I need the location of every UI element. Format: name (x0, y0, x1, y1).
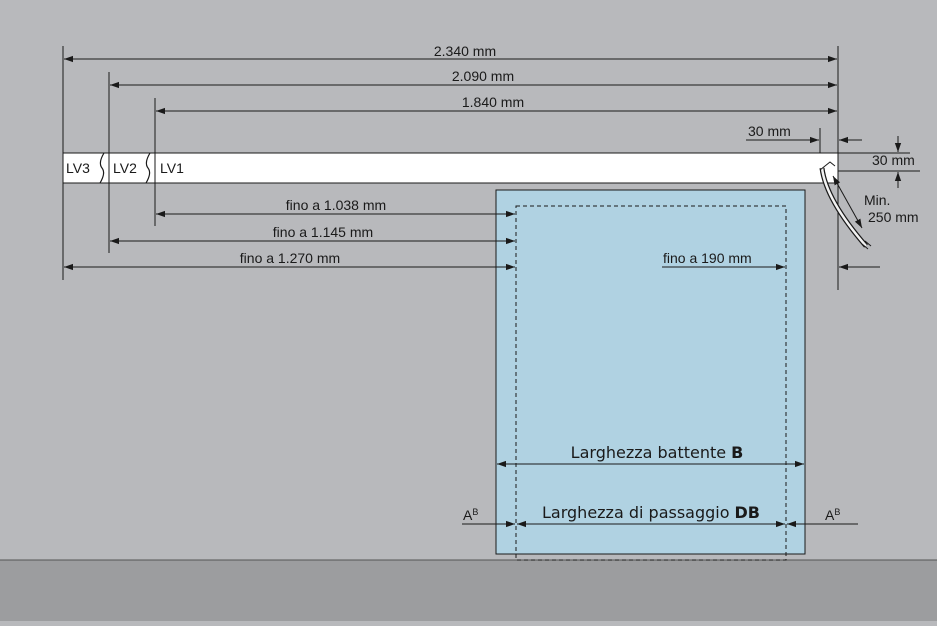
passage-width-symbol: DB (735, 503, 760, 522)
dim-upto-1270: fino a 1.270 mm (240, 250, 340, 266)
dim-upto-1038: fino a 1.038 mm (286, 197, 386, 213)
passage-width-text: Larghezza di passaggio (542, 503, 730, 522)
rail-label-lv3: LV3 (66, 160, 90, 176)
rail-label-lv2: LV2 (113, 160, 137, 176)
door-rail-diagram: LV3 LV2 LV1 2.340 mm 2.090 mm 1.840 mm 3… (0, 0, 937, 621)
floor (0, 560, 937, 621)
rail-label-lv1: LV1 (160, 160, 184, 176)
dim-min-value: 250 mm (868, 209, 919, 225)
dim-upto-1145: fino a 1.145 mm (273, 224, 373, 240)
passage-width-label: Larghezza di passaggio DB (542, 503, 760, 522)
side-left-sup: B (472, 507, 478, 517)
diagram-canvas: LV3 LV2 LV1 2.340 mm 2.090 mm 1.840 mm 3… (0, 0, 937, 621)
door-leaf (495, 189, 806, 555)
dim-2340: 2.340 mm (434, 43, 496, 59)
leaf-width-text: Larghezza battente (571, 443, 726, 462)
dim-min-label: Min. (864, 192, 890, 208)
leaf-width-symbol: B (731, 443, 743, 462)
dim-30-vertical: 30 mm (872, 152, 915, 168)
side-right-sup: B (834, 507, 840, 517)
dim-30-horizontal: 30 mm (748, 123, 791, 139)
dim-2090: 2.090 mm (452, 68, 514, 84)
dim-upto-190: fino a 190 mm (663, 250, 752, 266)
dim-1840: 1.840 mm (462, 94, 524, 110)
leaf-width-label: Larghezza battente B (571, 443, 744, 462)
